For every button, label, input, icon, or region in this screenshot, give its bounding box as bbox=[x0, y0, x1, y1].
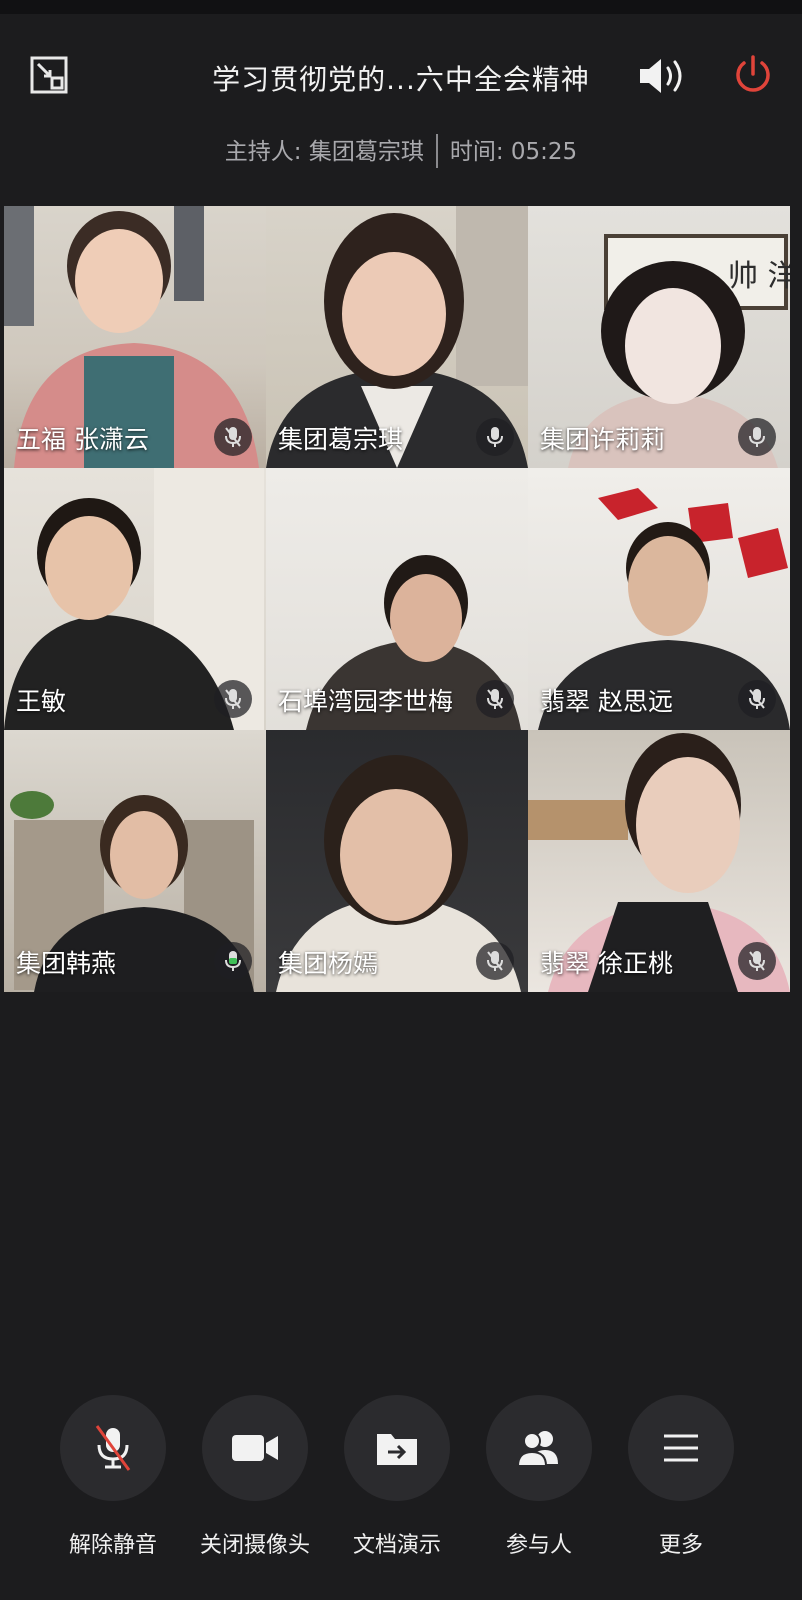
host-label: 主持人: bbox=[224, 139, 302, 165]
participant-name: 石埠湾园李世梅 bbox=[278, 687, 454, 716]
camera-off-button[interactable]: 关闭摄像头 bbox=[185, 1395, 325, 1559]
video-tile[interactable]: 帅 洋 集团许莉莉 bbox=[528, 206, 790, 468]
mic-muted-icon bbox=[214, 418, 252, 456]
participant-name: 集团韩燕 bbox=[16, 949, 117, 978]
participant-name: 翡翠 赵思远 bbox=[540, 687, 673, 716]
video-tile[interactable]: 王敏 bbox=[4, 468, 266, 730]
unmute-button[interactable]: 解除静音 bbox=[43, 1395, 183, 1559]
video-tile[interactable]: 翡翠 徐正桃 bbox=[528, 730, 790, 992]
video-tile[interactable]: 五福 张潇云 bbox=[4, 206, 266, 468]
camera-off-label: 关闭摄像头 bbox=[199, 1533, 310, 1558]
exit-fullscreen-icon[interactable] bbox=[30, 56, 68, 94]
camera-icon bbox=[232, 1435, 278, 1461]
participants-label: 参与人 bbox=[505, 1533, 572, 1558]
video-tile[interactable]: 石埠湾园李世梅 bbox=[266, 468, 528, 730]
mic-icon bbox=[476, 418, 514, 456]
mic-muted-icon bbox=[738, 680, 776, 718]
mic-muted-icon bbox=[476, 680, 514, 718]
meeting-controls-bar: 解除静音 关闭摄像头 文档演示 参与人 更多 bbox=[0, 1395, 802, 1595]
host-time-info: 主持人: 集团葛宗琪 时间: 05:25 bbox=[0, 132, 802, 170]
unmute-label: 解除静音 bbox=[68, 1533, 157, 1558]
participants-button-circle[interactable] bbox=[486, 1395, 592, 1501]
camera-button-circle[interactable] bbox=[202, 1395, 308, 1501]
mic-icon bbox=[738, 418, 776, 456]
participant-name: 集团杨嫣 bbox=[278, 949, 379, 978]
people-icon bbox=[516, 1431, 558, 1467]
participants-button[interactable]: 参与人 bbox=[469, 1395, 609, 1559]
participant-name: 集团许莉莉 bbox=[540, 425, 666, 454]
video-tile[interactable]: 集团葛宗琪 bbox=[266, 206, 528, 468]
more-button[interactable]: 更多 bbox=[611, 1395, 751, 1559]
mic-muted-icon bbox=[738, 942, 776, 980]
host-name: 集团葛宗琪 bbox=[308, 139, 424, 165]
divider bbox=[435, 133, 438, 168]
video-tile[interactable]: 集团韩燕 bbox=[4, 730, 266, 992]
status-strip bbox=[0, 0, 802, 14]
video-tile[interactable]: 集团杨嫣 bbox=[266, 730, 528, 992]
more-button-circle[interactable] bbox=[628, 1395, 734, 1501]
document-share-button[interactable]: 文档演示 bbox=[327, 1395, 467, 1559]
mic-active-icon bbox=[214, 942, 252, 980]
more-label: 更多 bbox=[658, 1533, 703, 1558]
mic-muted-icon bbox=[214, 680, 252, 718]
participant-name: 五福 张潇云 bbox=[16, 425, 149, 454]
mic-muted-icon bbox=[476, 942, 514, 980]
document-share-circle[interactable] bbox=[344, 1395, 450, 1501]
participant-name: 翡翠 徐正桃 bbox=[540, 949, 673, 978]
svg-text:帅 洋: 帅 洋 bbox=[728, 259, 790, 294]
menu-icon bbox=[664, 1434, 698, 1462]
mic-muted-icon bbox=[95, 1425, 131, 1471]
speaker-icon[interactable] bbox=[638, 56, 686, 96]
participant-name: 王敏 bbox=[16, 687, 67, 716]
meeting-header: 学习贯彻党的...六中全会精神 主持人: 集团葛宗琪 时间: 05:25 bbox=[0, 14, 802, 184]
unmute-button-circle[interactable] bbox=[60, 1395, 166, 1501]
video-tile[interactable]: 翡翠 赵思远 bbox=[528, 468, 790, 730]
document-share-label: 文档演示 bbox=[352, 1533, 441, 1558]
folder-share-icon bbox=[377, 1434, 417, 1465]
meeting-title: 学习贯彻党的...六中全会精神 bbox=[212, 63, 590, 96]
meeting-timer: 05:25 bbox=[510, 139, 578, 165]
leave-meeting-power-icon[interactable] bbox=[732, 54, 774, 96]
time-label: 时间: bbox=[449, 139, 504, 165]
participant-name: 集团葛宗琪 bbox=[278, 425, 404, 454]
